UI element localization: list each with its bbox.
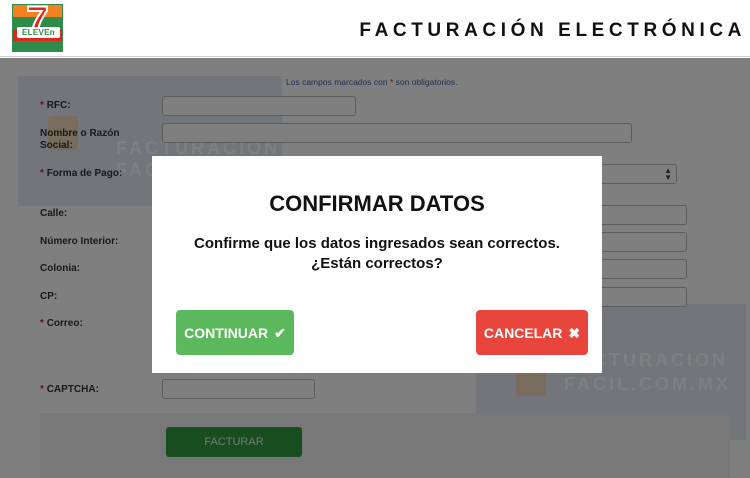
check-icon: ✔ bbox=[274, 324, 286, 341]
dialog-message-line1: Confirme que los datos ingresados sean c… bbox=[194, 235, 560, 252]
continue-label: CONTINUAR bbox=[184, 324, 269, 341]
dialog-message-line2: ¿Están correctos? bbox=[311, 255, 443, 272]
seven-eleven-logo[interactable]: 7 ELEVEn bbox=[12, 4, 63, 52]
logo-seven: 7 bbox=[25, 4, 49, 44]
cancel-label: CANCELAR bbox=[483, 324, 563, 341]
close-icon: ✖ bbox=[568, 324, 581, 341]
dialog-title: CONFIRMAR DATOS bbox=[269, 191, 485, 216]
confirm-dialog: CONFIRMAR DATOS Confirme que los datos i… bbox=[152, 156, 602, 373]
logo-word: ELEVEn bbox=[17, 27, 60, 38]
page-title: FACTURACIÓN ELECTRÓNICA bbox=[359, 20, 746, 41]
continue-button[interactable]: CONTINUAR ✔ bbox=[176, 310, 294, 355]
header: 7 ELEVEn FACTURACIÓN ELECTRÓNICA bbox=[0, 0, 750, 57]
dialog-message: Confirme que los datos ingresados sean c… bbox=[152, 234, 602, 274]
cancel-button[interactable]: CANCELAR ✖ bbox=[476, 310, 588, 355]
